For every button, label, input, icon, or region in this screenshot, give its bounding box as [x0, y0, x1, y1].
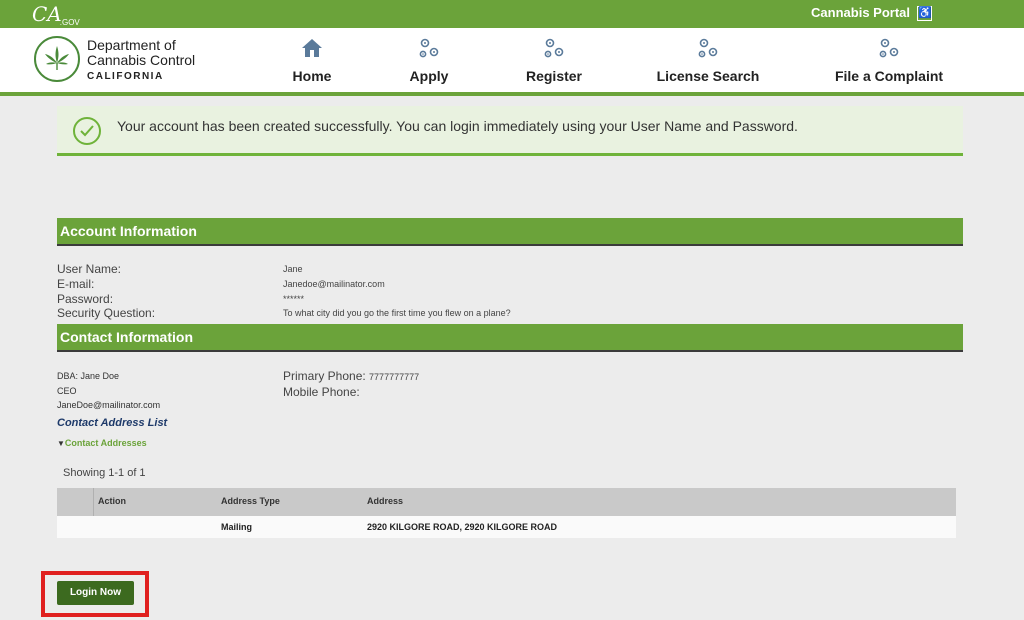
cannabis-leaf-icon[interactable] — [34, 36, 80, 82]
contact-dba: DBA: Jane Doe — [57, 371, 120, 381]
gears-icon — [656, 36, 760, 60]
top-bar: CA.GOV Cannabis Portal ♿ — [0, 0, 1024, 28]
primary-phone-value: 7777777777 — [369, 372, 420, 382]
nav-license-search[interactable]: License Search — [656, 36, 760, 84]
security-question-label: Security Question: — [57, 306, 156, 320]
password-value: ****** — [283, 294, 305, 304]
security-question-value: To what city did you go the first time y… — [283, 308, 511, 318]
contact-email: JaneDoe@mailinator.com — [57, 400, 161, 410]
cannabis-portal-label: Cannabis Portal — [811, 5, 910, 20]
ca-gov-logo[interactable]: CA.GOV — [32, 2, 82, 31]
email-value: Janedoe@mailinator.com — [283, 279, 385, 289]
checkmark-icon — [73, 117, 101, 145]
login-now-button[interactable]: Login Now — [57, 581, 134, 605]
password-label: Password: — [57, 292, 114, 306]
pagination-summary: Showing 1-1 of 1 — [63, 467, 146, 479]
gears-icon — [832, 36, 946, 60]
contact-role: CEO — [57, 386, 77, 396]
nav-apply[interactable]: Apply — [408, 36, 450, 84]
user-name-value: Jane — [283, 264, 303, 274]
nav-register[interactable]: Register — [524, 36, 584, 84]
wheelchair-icon[interactable]: ♿ — [917, 6, 932, 21]
column-header-action[interactable]: Action — [98, 496, 126, 506]
primary-phone: Primary Phone: 7777777777 — [283, 369, 420, 383]
row-address-type: Mailing — [221, 522, 252, 532]
nav-file-a-complaint[interactable]: File a Complaint — [832, 36, 946, 84]
email-label: E-mail: — [57, 277, 95, 291]
success-message: Your account has been created successful… — [117, 118, 798, 134]
contact-addresses-toggle[interactable]: ▼Contact Addresses — [57, 438, 147, 448]
home-icon — [290, 36, 334, 60]
column-divider — [93, 488, 94, 516]
column-header-address-type[interactable]: Address Type — [221, 496, 280, 506]
contact-information-header: Contact Information — [57, 324, 963, 352]
contact-address-list-title: Contact Address List — [57, 417, 168, 429]
department-logo-text[interactable]: Department of Cannabis Control CALIFORNI… — [87, 38, 195, 83]
site-header: Department of Cannabis Control CALIFORNI… — [0, 28, 1024, 96]
table-row[interactable]: Mailing 2920 KILGORE ROAD, 2920 KILGORE … — [57, 516, 956, 538]
column-header-address[interactable]: Address — [367, 496, 403, 506]
address-table-header: Action Address Type Address — [57, 488, 956, 516]
triangle-down-icon: ▼ — [57, 439, 65, 448]
row-address: 2920 KILGORE ROAD, 2920 KILGORE ROAD — [367, 522, 558, 532]
gears-icon — [524, 36, 584, 60]
mobile-phone: Mobile Phone: — [283, 385, 360, 399]
gears-icon — [408, 36, 450, 60]
success-banner: Your account has been created successful… — [57, 106, 963, 156]
nav-home[interactable]: Home — [290, 36, 334, 84]
user-name-label: User Name: — [57, 262, 122, 276]
account-information-header: Account Information — [57, 218, 963, 246]
